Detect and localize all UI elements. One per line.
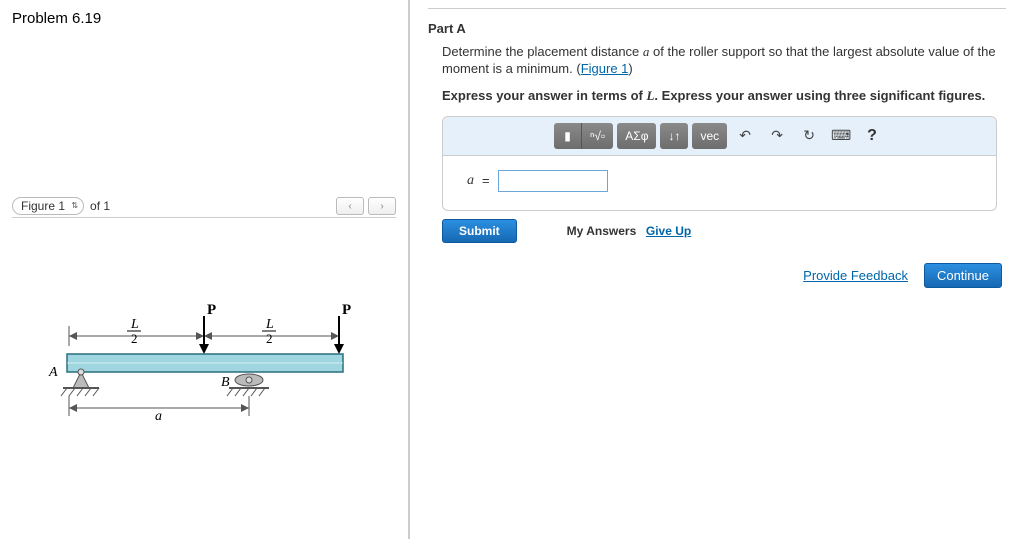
svg-text:a: a (155, 409, 162, 424)
svg-text:P: P (207, 302, 216, 318)
figure-image: L 2 L 2 P P (12, 218, 396, 528)
svg-text:A: A (48, 365, 58, 380)
equals-label: = (482, 173, 490, 188)
problem-title: Problem 6.19 (12, 10, 396, 27)
greek-button[interactable]: ΑΣφ (617, 123, 656, 149)
figure-select[interactable]: Figure 1 (12, 197, 84, 215)
give-up-link[interactable]: Give Up (646, 224, 691, 238)
equation-toolbar: ▮ ⁿ√▫ ΑΣφ ↓↑ vec ↶ ↷ ↻ ⌨ (443, 117, 996, 156)
subscript-button[interactable]: ↓↑ (660, 123, 688, 149)
figure-count: of 1 (90, 199, 110, 213)
vec-button[interactable]: vec (692, 123, 727, 149)
divider (428, 8, 1006, 9)
help-button[interactable]: ? (859, 127, 885, 145)
svg-text:2: 2 (266, 331, 273, 346)
figure-prev-button[interactable]: ‹ (336, 197, 364, 215)
redo-button[interactable]: ↷ (763, 123, 791, 149)
svg-text:B: B (221, 375, 230, 390)
svg-text:2: 2 (131, 331, 138, 346)
undo-button[interactable]: ↶ (731, 123, 759, 149)
instruction-text: Express your answer in terms of L. Expre… (442, 88, 1006, 104)
answer-var-label: a (467, 173, 474, 189)
templates-button[interactable]: ▮ (554, 123, 582, 149)
svg-text:P: P (342, 302, 351, 318)
part-title: Part A (428, 21, 1006, 36)
reset-button[interactable]: ↻ (795, 123, 823, 149)
svg-text:L: L (265, 317, 274, 332)
answer-input[interactable] (498, 170, 608, 192)
answer-box: ▮ ⁿ√▫ ΑΣφ ↓↑ vec ↶ ↷ ↻ ⌨ (442, 116, 997, 211)
my-answers-label: My Answers (567, 224, 637, 238)
radical-button[interactable]: ⁿ√▫ (582, 123, 613, 149)
keyboard-button[interactable]: ⌨ (827, 123, 855, 149)
provide-feedback-link[interactable]: Provide Feedback (803, 268, 908, 283)
svg-text:L: L (130, 317, 139, 332)
figure-link[interactable]: Figure 1 (581, 61, 629, 76)
prompt-text: Determine the placement distance a of th… (442, 44, 1006, 78)
figure-header: Figure 1 of 1 ‹ › (12, 197, 396, 218)
continue-button[interactable]: Continue (924, 263, 1002, 288)
figure-next-button[interactable]: › (368, 197, 396, 215)
submit-button[interactable]: Submit (442, 219, 517, 243)
